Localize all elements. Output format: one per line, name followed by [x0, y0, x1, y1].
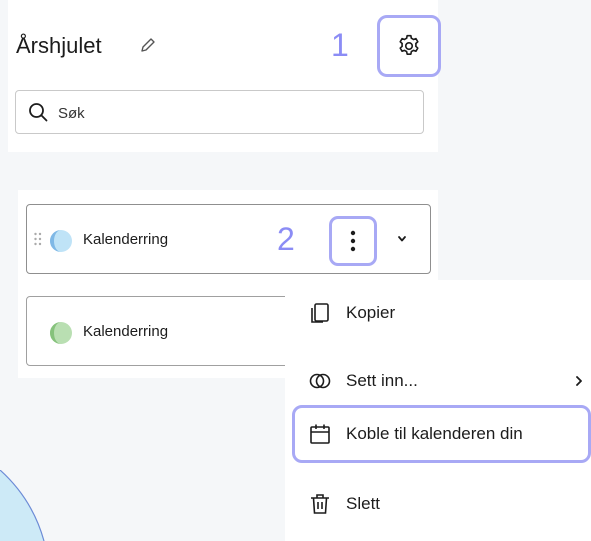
search-input[interactable] — [56, 91, 410, 135]
chevron-down-icon[interactable] — [396, 234, 408, 244]
menu-item-label: Koble til kalenderen din — [346, 424, 523, 443]
settings-button[interactable] — [377, 15, 441, 77]
ring-color-swatch — [50, 230, 72, 252]
menu-item-insert[interactable]: Sett inn... — [295, 354, 591, 408]
menu-item-label: Sett inn... — [346, 371, 418, 390]
page-title: Årshjulet — [16, 33, 102, 58]
step-marker-1: 1 — [331, 27, 349, 63]
menu-item-connect-calendar[interactable]: Koble til kalenderen din — [292, 405, 591, 463]
context-menu: Kopier Sett inn... Koble til kalenderen … — [285, 280, 591, 541]
step-marker-2: 2 — [277, 221, 295, 257]
page: Årshjulet 1 Kalenderring — [0, 0, 591, 541]
search-field[interactable] — [15, 90, 424, 135]
year-wheel-fragment — [0, 470, 45, 541]
overlap-circles-icon — [309, 373, 331, 389]
drag-handle-icon[interactable] — [33, 232, 43, 246]
menu-item-delete[interactable]: Slett — [295, 477, 591, 531]
chevron-right-icon — [576, 376, 582, 386]
menu-item-label: Slett — [346, 494, 381, 513]
menu-item-label: Kopier — [346, 303, 396, 322]
ring-color-swatch — [50, 322, 72, 344]
ring-label: Kalenderring — [83, 231, 169, 248]
search-icon — [29, 103, 48, 122]
calendar-icon — [310, 424, 330, 444]
copy-icon — [311, 303, 329, 323]
menu-item-copy[interactable]: Kopier — [295, 286, 591, 340]
more-options-button[interactable] — [329, 216, 377, 266]
vertical-dots-icon — [350, 230, 356, 252]
trash-icon — [311, 494, 329, 514]
gear-icon — [399, 34, 419, 55]
ring-item[interactable]: Kalenderring — [26, 204, 431, 274]
pencil-icon[interactable] — [139, 36, 157, 54]
ring-label: Kalenderring — [83, 323, 169, 340]
